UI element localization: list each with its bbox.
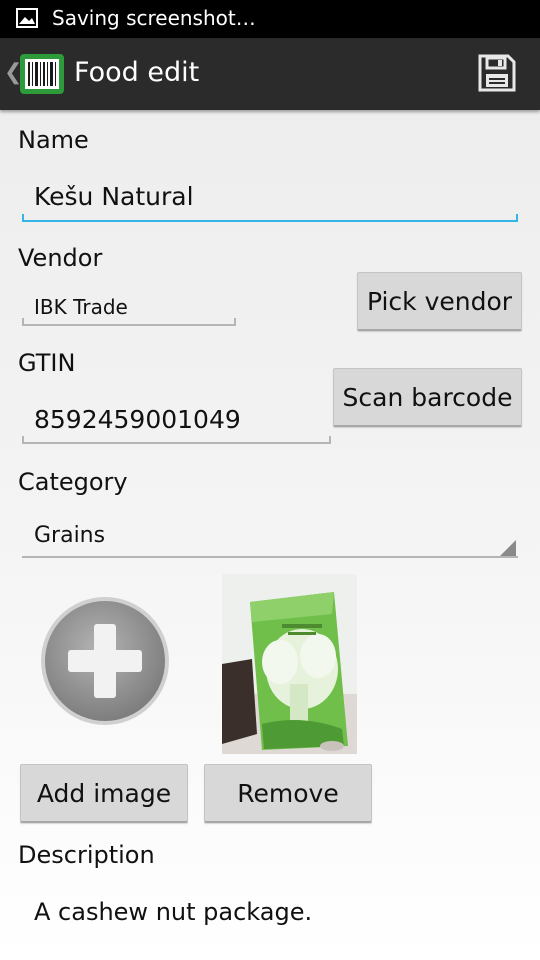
- add-image-button[interactable]: Add image: [20, 764, 188, 823]
- category-selected: Grains: [34, 523, 106, 548]
- image-notification-icon: [16, 8, 38, 28]
- category-spinner[interactable]: Grains: [22, 520, 518, 558]
- scan-barcode-label: Scan barcode: [342, 383, 513, 412]
- name-value: Kešu Natural: [34, 182, 194, 211]
- add-circle-icon[interactable]: [38, 594, 172, 728]
- pick-vendor-label: Pick vendor: [366, 287, 513, 316]
- vendor-input[interactable]: IBK Trade: [22, 290, 236, 326]
- vendor-input-underline: [22, 318, 236, 326]
- spinner-triangle-icon: [500, 540, 516, 556]
- name-label: Name: [18, 126, 89, 154]
- gtin-value: 8592459001049: [34, 405, 241, 434]
- remove-image-button[interactable]: Remove: [204, 764, 372, 823]
- gtin-input-underline: [22, 436, 331, 444]
- action-bar: ❮ Food edit: [0, 38, 540, 110]
- status-text: Saving screenshot…: [52, 6, 256, 30]
- pick-vendor-button[interactable]: Pick vendor: [357, 272, 522, 331]
- screen-title: Food edit: [74, 57, 200, 88]
- description-value: A cashew nut package.: [34, 898, 313, 926]
- add-image-label: Add image: [36, 779, 172, 808]
- barcode-icon[interactable]: [20, 54, 64, 94]
- remove-image-label: Remove: [237, 779, 339, 808]
- category-underline: [22, 556, 518, 558]
- name-input-underline: [22, 214, 518, 222]
- description-label: Description: [18, 841, 155, 869]
- vendor-value: IBK Trade: [34, 295, 128, 319]
- category-label: Category: [18, 468, 128, 496]
- name-input[interactable]: Kešu Natural: [22, 176, 518, 222]
- status-bar: Saving screenshot…: [0, 0, 540, 38]
- vendor-label: Vendor: [18, 244, 103, 272]
- description-input[interactable]: A cashew nut package.: [22, 894, 518, 938]
- gtin-input[interactable]: 8592459001049: [22, 400, 331, 444]
- scan-barcode-button[interactable]: Scan barcode: [333, 368, 522, 427]
- save-icon[interactable]: [478, 54, 516, 92]
- gtin-label: GTIN: [18, 349, 76, 377]
- food-photo: [222, 574, 357, 754]
